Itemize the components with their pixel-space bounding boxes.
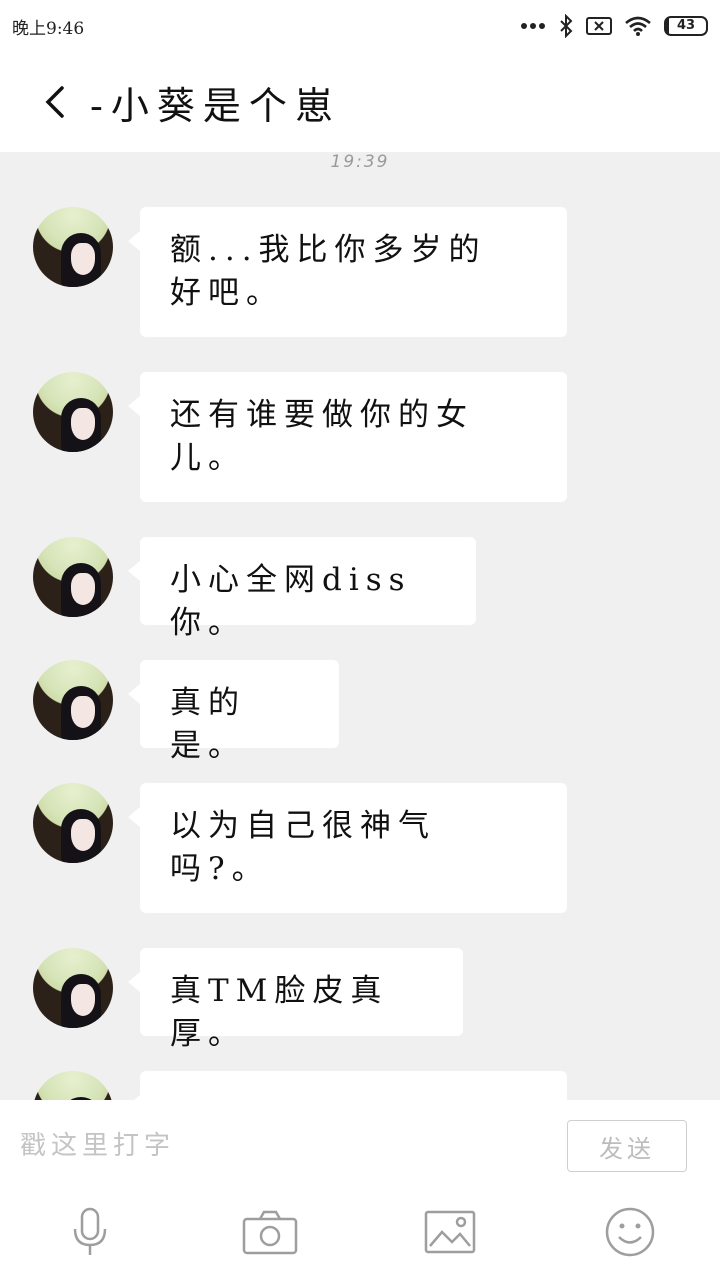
message-bubble[interactable]: 小心全网diss你。 (128, 537, 476, 641)
avatar[interactable] (33, 207, 113, 287)
bluetooth-icon (560, 14, 573, 38)
message-bubble[interactable]: 真TM脸皮真厚。 (128, 948, 463, 1052)
message-bubble[interactable]: 额...我比你多岁的 好吧。 (128, 207, 567, 337)
microphone-button[interactable] (60, 1204, 120, 1260)
message-input[interactable] (20, 1120, 540, 1172)
image-button[interactable] (420, 1204, 480, 1260)
back-button[interactable] (24, 72, 84, 132)
avatar[interactable] (33, 660, 113, 740)
status-icons: 43 (520, 14, 708, 38)
smiley-icon (605, 1207, 655, 1257)
send-button[interactable]: 发送 (567, 1120, 687, 1172)
battery-icon: 43 (664, 16, 708, 36)
avatar[interactable] (33, 372, 113, 452)
avatar[interactable] (33, 948, 113, 1028)
microphone-icon (73, 1207, 107, 1255)
status-bar: 晚上9:46 43 (0, 0, 720, 52)
battery-level: 43 (674, 18, 698, 33)
chat-area[interactable]: 19:39 额...我比你多岁的 好吧。 还有谁要做你的女 儿。 小心全网dis… (0, 152, 720, 1100)
avatar[interactable] (33, 1071, 113, 1100)
message-bubble[interactable]: 还有谁要做你的女 儿。 (128, 372, 567, 502)
emoji-button[interactable] (600, 1204, 660, 1260)
wifi-icon (625, 16, 651, 36)
message-bubble[interactable]: 以为自己很神气 吗?。 (128, 783, 567, 913)
message-timestamp: 19:39 (330, 152, 390, 172)
avatar[interactable] (33, 537, 113, 617)
more-dots-icon (521, 23, 545, 29)
camera-icon (242, 1210, 298, 1255)
image-icon (424, 1210, 476, 1254)
input-bar: 发送 (0, 1100, 720, 1280)
chevron-left-icon (45, 86, 64, 118)
message-bubble[interactable] (128, 1071, 567, 1100)
chat-title: -小葵是个崽 (90, 83, 341, 128)
no-sim-icon (586, 17, 612, 35)
status-time: 晚上9:46 (12, 18, 85, 39)
message-bubble[interactable]: 真的是。 (128, 660, 339, 764)
chat-header: -小葵是个崽 (0, 52, 720, 152)
avatar[interactable] (33, 783, 113, 863)
camera-button[interactable] (240, 1204, 300, 1260)
